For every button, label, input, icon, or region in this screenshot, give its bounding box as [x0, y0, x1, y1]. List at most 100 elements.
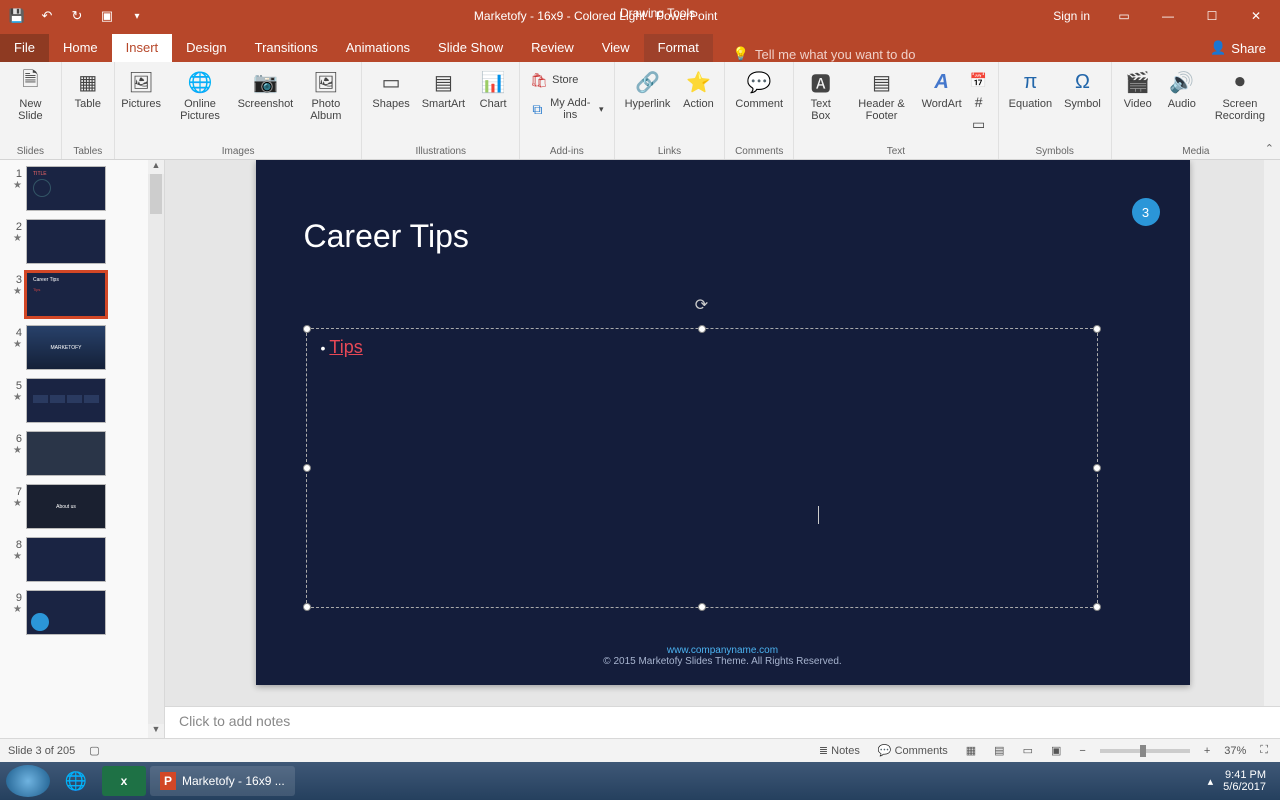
date-time-button[interactable]: 📅 — [966, 70, 992, 90]
notes-toggle[interactable]: ≣Notes — [815, 742, 864, 759]
zoom-out-icon[interactable]: − — [1075, 743, 1089, 759]
close-icon[interactable]: ✕ — [1236, 4, 1276, 28]
tab-home[interactable]: Home — [49, 34, 112, 62]
resize-handle[interactable] — [303, 325, 311, 333]
photo-album-button[interactable]: 🖼Photo Album — [296, 66, 355, 124]
group-label: Add-ins — [550, 144, 584, 159]
object-button[interactable]: ▭ — [966, 114, 992, 134]
minimize-icon[interactable]: — — [1148, 4, 1188, 28]
my-addins-button[interactable]: ⧉My Add-ins▾ — [526, 96, 607, 122]
excel-icon[interactable]: x — [102, 766, 146, 796]
slide-number-button[interactable]: # — [966, 92, 992, 112]
collapse-ribbon-icon[interactable]: ⌃ — [1265, 142, 1274, 155]
header-footer-button[interactable]: ▤Header & Footer — [845, 66, 917, 124]
resize-handle[interactable] — [698, 325, 706, 333]
share-button[interactable]: 👤 Share — [1196, 34, 1280, 62]
online-pictures-button[interactable]: 🌐Online Pictures — [165, 66, 234, 124]
notes-placeholder[interactable]: Click to add notes — [165, 706, 1280, 738]
start-from-beginning-icon[interactable]: ▣ — [96, 5, 118, 27]
resize-handle[interactable] — [1093, 325, 1101, 333]
thumbnail-row[interactable]: 8★ — [6, 537, 148, 582]
equation-button[interactable]: πEquation — [1005, 66, 1056, 112]
symbol-button[interactable]: ΩSymbol — [1060, 66, 1105, 112]
comments-toggle[interactable]: 💬Comments — [874, 742, 952, 759]
action-button[interactable]: ⭐Action — [678, 66, 718, 112]
zoom-percent[interactable]: 37% — [1224, 745, 1246, 757]
tab-review[interactable]: Review — [517, 34, 588, 62]
tab-insert[interactable]: Insert — [112, 34, 173, 62]
thumbnail-row[interactable]: 3★Career TipsTips — [6, 272, 148, 317]
slideshow-view-icon[interactable]: ▣ — [1047, 742, 1065, 759]
tab-view[interactable]: View — [588, 34, 644, 62]
tray-chevron-icon[interactable]: ▴ — [1208, 775, 1214, 788]
scroll-handle[interactable] — [150, 174, 162, 214]
undo-icon[interactable]: ↶ — [36, 5, 58, 27]
screen-recording-button[interactable]: ⏺Screen Recording — [1206, 66, 1274, 124]
tab-slideshow[interactable]: Slide Show — [424, 34, 517, 62]
resize-handle[interactable] — [303, 464, 311, 472]
normal-view-icon[interactable]: ▦ — [962, 742, 980, 759]
tab-format[interactable]: Format — [644, 34, 713, 62]
thumbnails-scrollbar[interactable]: ▲ ▼ — [148, 160, 164, 738]
resize-handle[interactable] — [698, 603, 706, 611]
comment-button[interactable]: 💬Comment — [731, 66, 787, 112]
pictures-button[interactable]: 🖼Pictures — [121, 66, 162, 112]
hyperlink-button[interactable]: 🔗Hyperlink — [621, 66, 675, 112]
screenshot-button[interactable]: 📷Screenshot — [239, 66, 293, 112]
thumbnail-row[interactable]: 7★About us — [6, 484, 148, 529]
group-links: 🔗Hyperlink ⭐Action Links — [615, 62, 726, 159]
redo-icon[interactable]: ↻ — [66, 5, 88, 27]
store-button[interactable]: 🛍Store — [526, 70, 607, 90]
thumbnail-row[interactable]: 4★MARKETOFY — [6, 325, 148, 370]
chart-button[interactable]: 📊Chart — [473, 66, 513, 112]
bullet-text[interactable]: Tips — [321, 337, 363, 358]
resize-handle[interactable] — [303, 603, 311, 611]
qat-customize-icon[interactable]: ▾ — [126, 5, 148, 27]
slide-sorter-view-icon[interactable]: ▤ — [990, 742, 1008, 759]
new-slide-button[interactable]: 🗎New Slide — [6, 66, 55, 124]
smartart-button[interactable]: ▤SmartArt — [418, 66, 469, 112]
content-placeholder[interactable]: ⟳ Tips — [306, 328, 1098, 608]
slide-title[interactable]: Career Tips — [304, 218, 469, 255]
windows-taskbar: 🌐 x P Marketofy - 16x9 ... ▴ 9:41 PM 5/6… — [0, 762, 1280, 800]
tab-transitions[interactable]: Transitions — [241, 34, 332, 62]
text-box-button[interactable]: 🅰Text Box — [800, 66, 841, 124]
reading-view-icon[interactable]: ▭ — [1019, 742, 1037, 759]
thumbnail-row[interactable]: 9★ — [6, 590, 148, 635]
powerpoint-task-button[interactable]: P Marketofy - 16x9 ... — [150, 766, 295, 796]
shapes-button[interactable]: ▭Shapes — [368, 66, 413, 112]
chrome-icon[interactable]: 🌐 — [54, 766, 98, 796]
sign-in-link[interactable]: Sign in — [1043, 9, 1100, 23]
thumbnail-row[interactable]: 1★TITLE — [6, 166, 148, 211]
tell-me-search[interactable]: 💡 Tell me what you want to do — [713, 46, 1196, 62]
video-button[interactable]: 🎬Video — [1118, 66, 1158, 112]
tab-file[interactable]: File — [0, 34, 49, 62]
scroll-down-icon[interactable]: ▼ — [148, 724, 164, 738]
footer-link[interactable]: www.companyname.com — [667, 645, 778, 656]
resize-handle[interactable] — [1093, 464, 1101, 472]
ribbon-display-options-icon[interactable]: ▭ — [1104, 4, 1144, 28]
slide-canvas[interactable]: 3 Career Tips ⟳ Tips www.companyname.c — [256, 160, 1190, 685]
scroll-up-icon[interactable]: ▲ — [148, 160, 164, 174]
fit-to-window-icon[interactable]: ⛶ — [1256, 742, 1272, 759]
tab-animations[interactable]: Animations — [332, 34, 424, 62]
spell-check-icon[interactable]: ▢ — [89, 744, 99, 757]
maximize-icon[interactable]: ☐ — [1192, 4, 1232, 28]
wordart-button[interactable]: AWordArt — [922, 66, 962, 112]
tab-design[interactable]: Design — [172, 34, 240, 62]
resize-handle[interactable] — [1093, 603, 1101, 611]
zoom-knob[interactable] — [1140, 745, 1146, 757]
save-icon[interactable]: 💾 — [6, 5, 28, 27]
zoom-in-icon[interactable]: + — [1200, 743, 1214, 759]
rotate-handle-icon[interactable]: ⟳ — [695, 295, 708, 315]
slide-thumbnails-panel: 1★TITLE 2★ 3★Career TipsTips 4★MARKETOFY… — [0, 160, 165, 738]
thumbnail-row[interactable]: 6★ — [6, 431, 148, 476]
table-button[interactable]: ▦Table — [68, 66, 108, 112]
thumbnail-row[interactable]: 5★ — [6, 378, 148, 423]
start-button[interactable] — [6, 765, 50, 797]
thumbnail-row[interactable]: 2★ — [6, 219, 148, 264]
clock[interactable]: 9:41 PM 5/6/2017 — [1223, 769, 1266, 793]
zoom-slider[interactable] — [1100, 749, 1190, 753]
slide-scrollbar[interactable] — [1264, 160, 1280, 706]
audio-button[interactable]: 🔊Audio — [1162, 66, 1202, 112]
